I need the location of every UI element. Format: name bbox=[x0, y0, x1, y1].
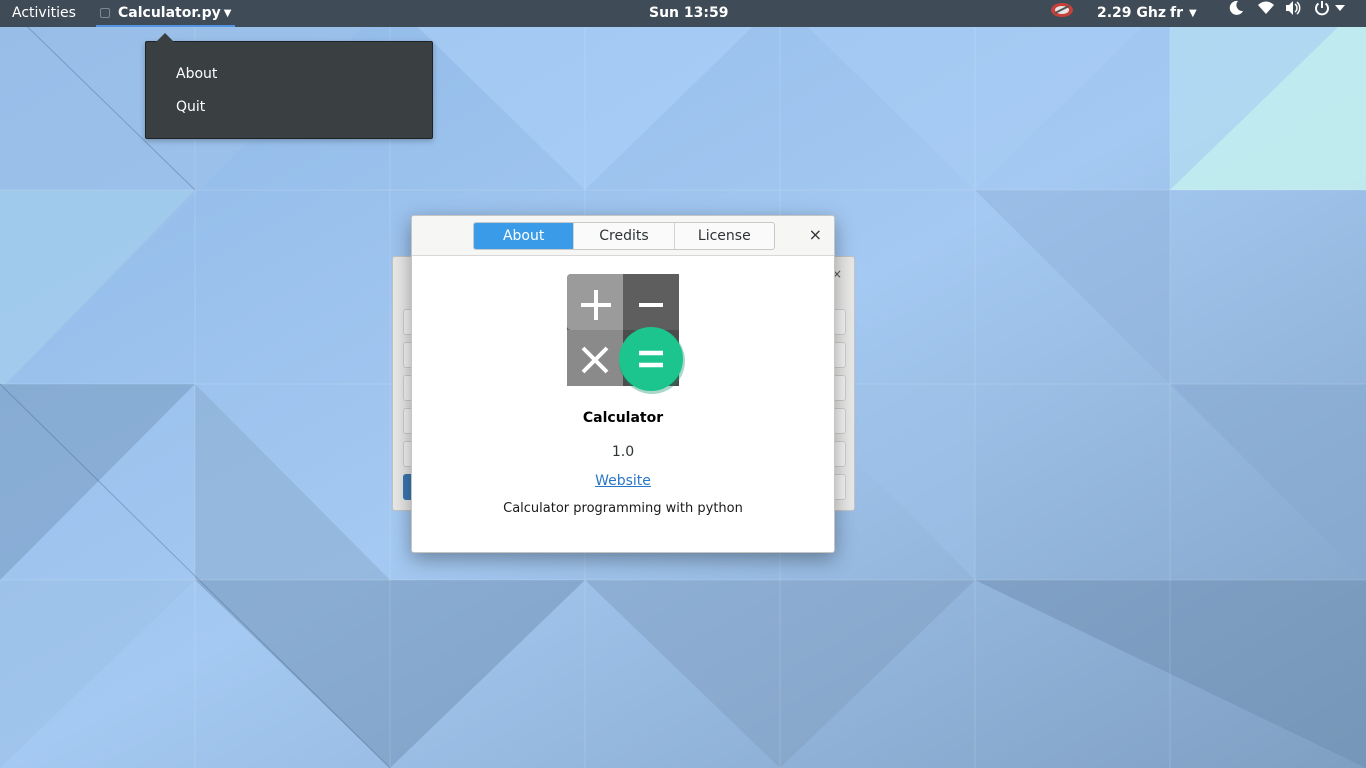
website-link[interactable]: Website bbox=[595, 473, 651, 489]
menu-item-about[interactable]: About bbox=[176, 66, 217, 82]
about-dialog: About Credits License × Calculator 1.0 W… bbox=[411, 215, 835, 553]
tab-license[interactable]: License bbox=[675, 223, 774, 249]
website-link-container: Website bbox=[412, 473, 834, 489]
popup-arrow bbox=[156, 33, 174, 42]
cpufreq-icon[interactable] bbox=[1049, 0, 1075, 27]
program-version: 1.0 bbox=[611, 444, 635, 460]
app-window-icon bbox=[100, 8, 110, 18]
cpu-frequency: 2.29 Ghz bbox=[1097, 5, 1167, 21]
calculator-logo bbox=[567, 274, 685, 394]
close-icon[interactable]: × bbox=[809, 226, 822, 244]
language-selector[interactable]: fr ▼ bbox=[1170, 0, 1197, 27]
clock[interactable]: Sun 13:59 bbox=[649, 0, 728, 27]
caret-down-icon: ▼ bbox=[223, 8, 232, 19]
caret-down-icon bbox=[1335, 5, 1345, 11]
dialog-header: About Credits License × bbox=[412, 216, 834, 256]
wifi-icon bbox=[1258, 1, 1274, 14]
app-menu-popup: About Quit bbox=[145, 33, 433, 139]
tab-about[interactable]: About bbox=[474, 223, 575, 249]
program-name: Calculator bbox=[582, 410, 664, 426]
program-comments: Calculator programming with python bbox=[503, 501, 743, 516]
app-menu-button[interactable]: Calculator.py ▼ bbox=[96, 0, 236, 27]
menu-item-quit[interactable]: Quit bbox=[176, 99, 205, 115]
power-icon bbox=[1315, 1, 1329, 16]
tab-credits[interactable]: Credits bbox=[574, 223, 675, 249]
language-label: fr bbox=[1170, 5, 1183, 21]
app-menu-label: Calculator.py bbox=[118, 5, 221, 21]
caret-down-icon: ▼ bbox=[1189, 8, 1197, 19]
night-mode-icon bbox=[1229, 0, 1243, 15]
activities-button[interactable]: Activities bbox=[12, 0, 76, 27]
top-bar: Activities Calculator.py ▼ Sun 13:59 2.29… bbox=[0, 0, 1366, 27]
dialog-tab-switcher: About Credits License bbox=[473, 222, 775, 250]
volume-icon bbox=[1286, 1, 1301, 15]
